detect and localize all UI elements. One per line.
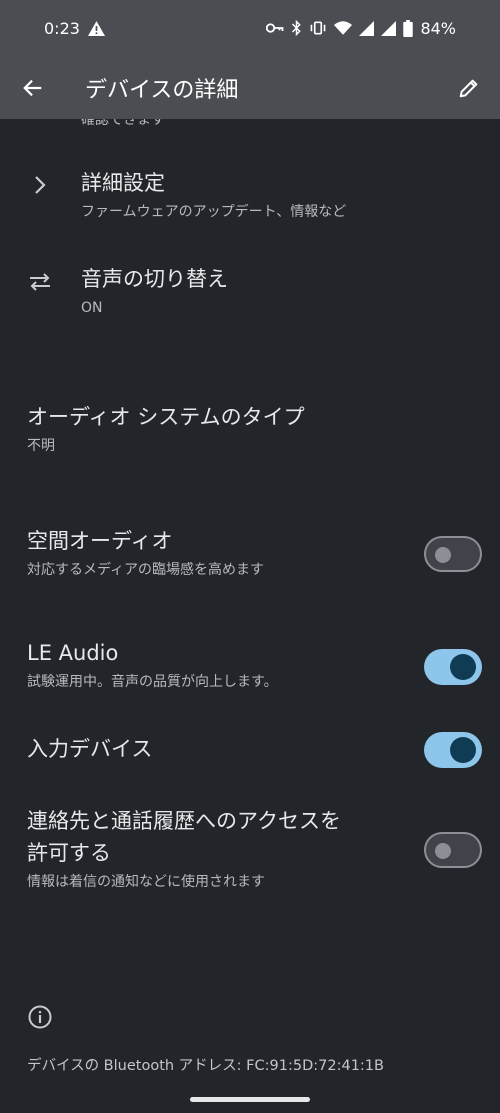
- status-right: 84%: [266, 19, 456, 38]
- pencil-icon: [459, 79, 478, 98]
- row-input-device[interactable]: 入力デバイス: [0, 723, 500, 779]
- edit-button[interactable]: [454, 73, 484, 103]
- row-spatial-audio[interactable]: 空間オーディオ 対応するメディアの臨場感を高めます: [0, 521, 500, 593]
- arrow-back-icon: [23, 79, 42, 97]
- settings-list[interactable]: 確認できます 詳細設定 ファームウェアのアップデート、情報など 音声の切り替え …: [0, 119, 500, 1113]
- input-device-toggle[interactable]: [424, 732, 482, 768]
- row-title: 詳細設定: [81, 171, 165, 195]
- bluetooth-icon: [291, 20, 302, 36]
- row-title: 入力デバイス: [27, 737, 153, 761]
- row-audio-switching[interactable]: 音声の切り替え ON: [0, 259, 500, 331]
- toggle-knob: [450, 737, 476, 763]
- status-left: 0:23: [44, 19, 105, 38]
- toggle-knob: [450, 654, 476, 680]
- screen: 0:23 84% デバイスの詳細 確認できます 詳細設定 ファームウェアのアップ…: [0, 0, 500, 1113]
- info-icon: [28, 1005, 52, 1029]
- row-subtitle: 情報は着信の通知などに使用されます: [27, 874, 265, 890]
- row-title-line1: 連絡先と通話履歴へのアクセスを: [27, 809, 341, 833]
- contacts-access-toggle[interactable]: [424, 832, 482, 868]
- battery-icon: [403, 19, 414, 37]
- row-title-line2: 許可する: [27, 841, 111, 865]
- key-icon: [266, 22, 284, 34]
- cell-signal-icon-2: [381, 20, 397, 36]
- wifi-icon: [334, 21, 353, 35]
- toggle-knob: [435, 547, 451, 563]
- row-le-audio[interactable]: LE Audio 試験運用中。音声の品質が向上します。: [0, 633, 500, 705]
- row-title: 音声の切り替え: [81, 267, 228, 291]
- row-audio-system-type[interactable]: オーディオ システムのタイプ 不明: [0, 397, 500, 469]
- vibrate-icon: [309, 20, 327, 36]
- row-advanced-settings[interactable]: 詳細設定 ファームウェアのアップデート、情報など: [0, 163, 500, 235]
- status-time: 0:23: [44, 18, 80, 38]
- row-subtitle: ファームウェアのアップデート、情報など: [81, 204, 347, 220]
- clipped-previous-text: 確認できます: [81, 119, 165, 128]
- toggle-knob: [435, 843, 451, 859]
- row-subtitle: 不明: [27, 438, 55, 454]
- row-title: LE Audio: [27, 641, 119, 665]
- le-audio-toggle[interactable]: [424, 649, 482, 685]
- app-bar: デバイスの詳細: [0, 56, 500, 119]
- warning-icon: [87, 20, 105, 36]
- row-subtitle: ON: [81, 300, 103, 316]
- row-subtitle: 試験運用中。音声の品質が向上します。: [27, 674, 278, 690]
- row-title: オーディオ システムのタイプ: [27, 405, 305, 429]
- status-bar: 0:23 84%: [0, 0, 500, 56]
- cell-signal-icon-1: [359, 20, 375, 36]
- back-button[interactable]: [18, 73, 48, 103]
- spatial-audio-toggle[interactable]: [424, 536, 482, 572]
- battery-percent: 84%: [420, 18, 456, 38]
- row-subtitle: 対応するメディアの臨場感を高めます: [27, 562, 265, 578]
- row-contacts-access[interactable]: 連絡先と通話履歴へのアクセスを 許可する 情報は着信の通知などに使用されます: [0, 803, 500, 899]
- swap-horiz-icon: [26, 268, 54, 296]
- bluetooth-address: デバイスの Bluetooth アドレス: FC:91:5D:72:41:1B: [27, 1058, 384, 1074]
- page-title: デバイスの詳細: [85, 78, 239, 103]
- gesture-nav-handle[interactable]: [190, 1097, 310, 1102]
- chevron-right-icon: [26, 171, 54, 199]
- row-title: 空間オーディオ: [27, 529, 173, 553]
